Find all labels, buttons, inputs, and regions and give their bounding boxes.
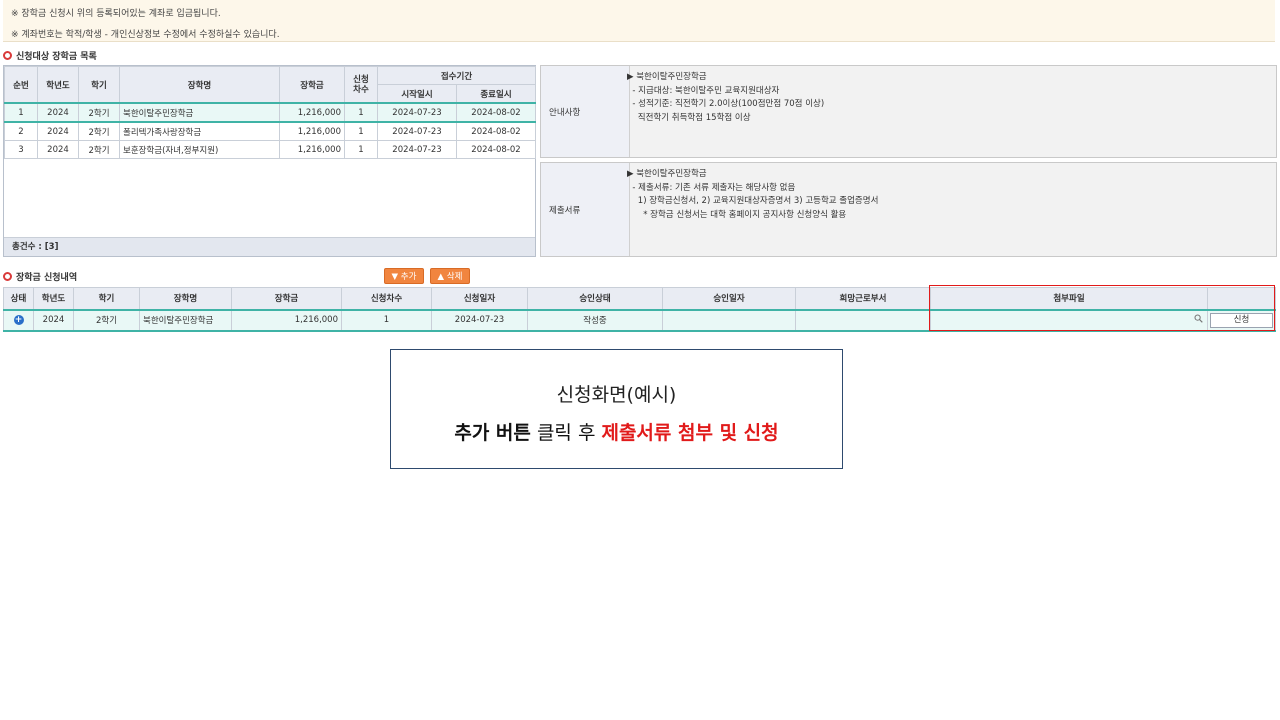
col-header-amount[interactable]: 장학금 xyxy=(279,66,345,104)
cell-amount: 1,216,000 xyxy=(279,102,345,123)
col-header-end[interactable]: 종료일시 xyxy=(456,84,536,104)
cell-round: 1 xyxy=(341,308,432,332)
cell-term: 2학기 xyxy=(78,102,120,123)
total-count: 총건수 : [3] xyxy=(4,237,535,256)
file-cell[interactable] xyxy=(930,308,1208,332)
col-header-file[interactable]: 첨부파일 xyxy=(930,287,1208,310)
col-header-name[interactable]: 장학명 xyxy=(139,287,232,310)
documents-panel: 제출서류 ▶ 북한이탈주민장학금 - 제출서류: 기존 서류 제출자는 해당사항… xyxy=(540,162,1277,257)
cell-end: 2024-08-02 xyxy=(456,140,536,159)
search-icon[interactable] xyxy=(1194,314,1203,323)
cell-dept[interactable] xyxy=(795,308,931,332)
caption-box: 신청화면(예시) 추가 버튼 클릭 후 제출서류 첨부 및 신청 xyxy=(390,349,843,469)
cell-year: 2024 xyxy=(37,140,79,159)
cell-year: 2024 xyxy=(37,121,79,141)
cell-no: 3 xyxy=(4,140,38,159)
cell-no: 2 xyxy=(4,121,38,141)
col-header-name[interactable]: 장학명 xyxy=(119,66,280,104)
table-row[interactable]: 1 2024 2학기 북한이탈주민장학금 1,216,000 1 2024-07… xyxy=(4,102,536,123)
cell-start: 2024-07-23 xyxy=(377,140,457,159)
cell-amount: 1,216,000 xyxy=(279,121,345,141)
add-status-icon: + xyxy=(13,315,24,325)
cell-start: 2024-07-23 xyxy=(377,121,457,141)
action-cell: 신청 xyxy=(1207,308,1276,332)
notice-line-1: ※ 장학금 신청시 위의 등록되어있는 계좌로 입금됩니다. xyxy=(11,9,221,19)
bullet-icon xyxy=(3,272,12,281)
cell-round: 1 xyxy=(344,102,378,123)
caption-line-2: 추가 버튼 클릭 후 제출서류 첨부 및 신청 xyxy=(391,418,842,445)
cell-term: 2학기 xyxy=(73,308,140,332)
caption-click-text: 클릭 후 xyxy=(530,422,602,444)
add-button[interactable]: ▼ 추가 xyxy=(384,268,424,284)
table-row[interactable]: + 2024 2학기 북한이탈주민장학금 1,216,000 1 2024-07… xyxy=(3,308,1276,332)
col-header-approval-date[interactable]: 승인일자 xyxy=(662,287,796,310)
notice-banner: ※ 장학금 신청시 위의 등록되어있는 계좌로 입금됩니다. ※ 계좌번호는 학… xyxy=(3,0,1275,42)
cell-round: 1 xyxy=(344,140,378,159)
table-row[interactable]: 2 2024 2학기 폴리텍가족사랑장학금 1,216,000 1 2024-0… xyxy=(4,121,536,141)
cell-name: 북한이탈주민장학금 xyxy=(119,102,280,123)
cell-end: 2024-08-02 xyxy=(456,121,536,141)
notice-line-2: ※ 계좌번호는 학적/학생 - 개인신상정보 수정에서 수정하실수 있습니다. xyxy=(11,30,280,40)
cell-year: 2024 xyxy=(33,308,74,332)
col-header-dept[interactable]: 희망근로부서 xyxy=(795,287,931,310)
col-header-term[interactable]: 학기 xyxy=(78,66,120,104)
cell-term: 2학기 xyxy=(78,140,120,159)
guide-label: 안내사항 xyxy=(541,66,630,157)
col-header-period: 접수기간 xyxy=(377,66,536,85)
caption-submit-text: 제출서류 첨부 및 신청 xyxy=(601,422,779,444)
bullet-icon xyxy=(3,51,12,60)
documents-label: 제출서류 xyxy=(541,163,630,256)
col-header-amount[interactable]: 장학금 xyxy=(231,287,342,310)
col-header-term[interactable]: 학기 xyxy=(73,287,140,310)
cell-year: 2024 xyxy=(37,102,79,123)
cell-name: 폴리텍가족사랑장학금 xyxy=(119,121,280,141)
col-header-round[interactable]: 신청 차수 xyxy=(344,66,378,104)
caption-add-text: 추가 버튼 xyxy=(454,422,531,444)
col-header-year[interactable]: 학년도 xyxy=(37,66,79,104)
caption-line-1: 신청화면(예시) xyxy=(556,384,677,406)
cell-end: 2024-08-02 xyxy=(456,102,536,123)
cell-approval: 작성중 xyxy=(527,308,663,332)
cell-name: 보훈장학금(자녀,정부지원) xyxy=(119,140,280,159)
cell-start: 2024-07-23 xyxy=(377,102,457,123)
cell-approval-date xyxy=(662,308,796,332)
guide-panel: 안내사항 ▶ 북한이탈주민장학금 - 지급대상: 북한이탈주민 교육지원대상자 … xyxy=(540,65,1277,158)
col-header-no[interactable]: 순번 xyxy=(4,66,38,104)
col-header-start[interactable]: 시작일시 xyxy=(377,84,457,104)
cell-amount: 1,216,000 xyxy=(279,140,345,159)
list-section-title: 신청대상 장학금 목록 xyxy=(3,49,97,62)
col-header-year[interactable]: 학년도 xyxy=(33,287,74,310)
apply-button[interactable]: 신청 xyxy=(1210,312,1273,328)
cell-amount: 1,216,000 xyxy=(231,308,342,332)
application-grid: 상태 학년도 학기 장학명 장학금 신청차수 신청일자 승인상태 승인일자 희망… xyxy=(3,287,1276,332)
col-header-approval[interactable]: 승인상태 xyxy=(527,287,663,310)
cell-term: 2학기 xyxy=(78,121,120,141)
delete-button[interactable]: ▲ 삭제 xyxy=(430,268,470,284)
cell-date: 2024-07-23 xyxy=(431,308,528,332)
apply-section-title: 장학금 신청내역 xyxy=(3,270,77,283)
cell-round: 1 xyxy=(344,121,378,141)
guide-text: ▶ 북한이탈주민장학금 - 지급대상: 북한이탈주민 교육지원대상자 - 성적기… xyxy=(627,72,825,123)
col-header-status[interactable]: 상태 xyxy=(3,287,34,310)
status-cell: + xyxy=(3,308,34,332)
col-header-round[interactable]: 신청차수 xyxy=(341,287,432,310)
documents-text: ▶ 북한이탈주민장학금 - 제출서류: 기존 서류 제출자는 해당사항 없음 1… xyxy=(627,169,879,220)
cell-no: 1 xyxy=(4,102,38,123)
col-header-date[interactable]: 신청일자 xyxy=(431,287,528,310)
table-row[interactable]: 3 2024 2학기 보훈장학금(자녀,정부지원) 1,216,000 1 20… xyxy=(4,140,536,159)
cell-name: 북한이탈주민장학금 xyxy=(139,308,232,332)
scholarship-list-grid: 순번 학년도 학기 장학명 장학금 신청 차수 접수기간 시작일시 종료일시 1… xyxy=(3,65,536,257)
col-header-action xyxy=(1207,287,1276,310)
